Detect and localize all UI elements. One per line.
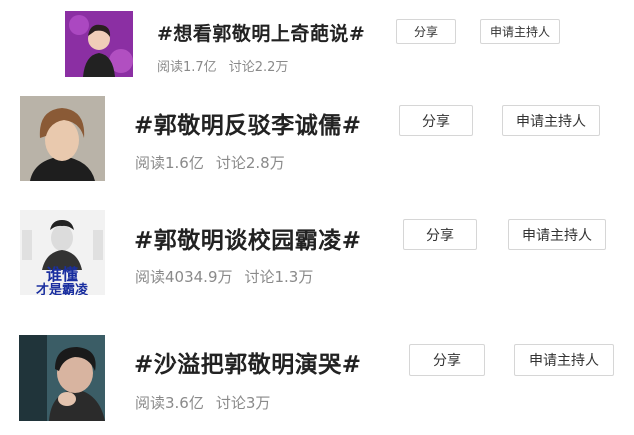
discuss-count: 讨论2.8万 <box>215 154 285 172</box>
discuss-count: 讨论2.2万 <box>228 60 289 75</box>
person-portrait-icon <box>20 96 105 181</box>
topic-title-4[interactable]: #沙溢把郭敬明演哭# <box>134 345 362 379</box>
poster-text-1: 谁懂 <box>46 265 78 284</box>
topic-title-1[interactable]: #想看郭敬明上奇葩说# <box>157 19 365 46</box>
apply-host-button-3[interactable]: 申请主持人 <box>508 219 606 250</box>
apply-host-button-1[interactable]: 申请主持人 <box>480 19 560 44</box>
topic-stats-4: 阅读3.6亿 讨论3万 <box>135 392 270 413</box>
topic-stats-2: 阅读1.6亿 讨论2.8万 <box>135 152 285 173</box>
apply-host-button-4[interactable]: 申请主持人 <box>514 344 614 376</box>
topic-thumbnail-4[interactable] <box>19 335 105 421</box>
topic-thumbnail-1[interactable] <box>65 11 133 77</box>
poster-text-2: 才是霸凌 <box>36 282 89 295</box>
topic-stats-3: 阅读4034.9万 讨论1.3万 <box>135 266 313 287</box>
poster-icon: 谁懂 才是霸凌 <box>20 210 105 295</box>
share-button-2[interactable]: 分享 <box>399 105 473 136</box>
discuss-count: 讨论3万 <box>215 394 271 412</box>
topic-thumbnail-2[interactable] <box>20 96 105 181</box>
read-count: 阅读4034.9万 <box>135 268 233 286</box>
read-count: 阅读1.7亿 <box>157 60 217 75</box>
apply-host-button-2[interactable]: 申请主持人 <box>502 105 600 136</box>
read-count: 阅读3.6亿 <box>135 394 204 412</box>
topic-title-2[interactable]: #郭敬明反驳李诚儒# <box>134 106 362 140</box>
share-button-3[interactable]: 分享 <box>403 219 477 250</box>
topic-title-3[interactable]: #郭敬明谈校园霸凌# <box>134 221 362 255</box>
person-crying-icon <box>19 335 105 421</box>
topic-stats-1: 阅读1.7亿 讨论2.2万 <box>157 56 288 75</box>
share-button-4[interactable]: 分享 <box>409 344 485 376</box>
share-button-1[interactable]: 分享 <box>396 19 456 44</box>
topic-thumbnail-3[interactable]: 谁懂 才是霸凌 <box>20 210 105 295</box>
discuss-count: 讨论1.3万 <box>244 268 314 286</box>
read-count: 阅读1.6亿 <box>135 154 204 172</box>
person-on-stage-icon <box>65 11 133 77</box>
